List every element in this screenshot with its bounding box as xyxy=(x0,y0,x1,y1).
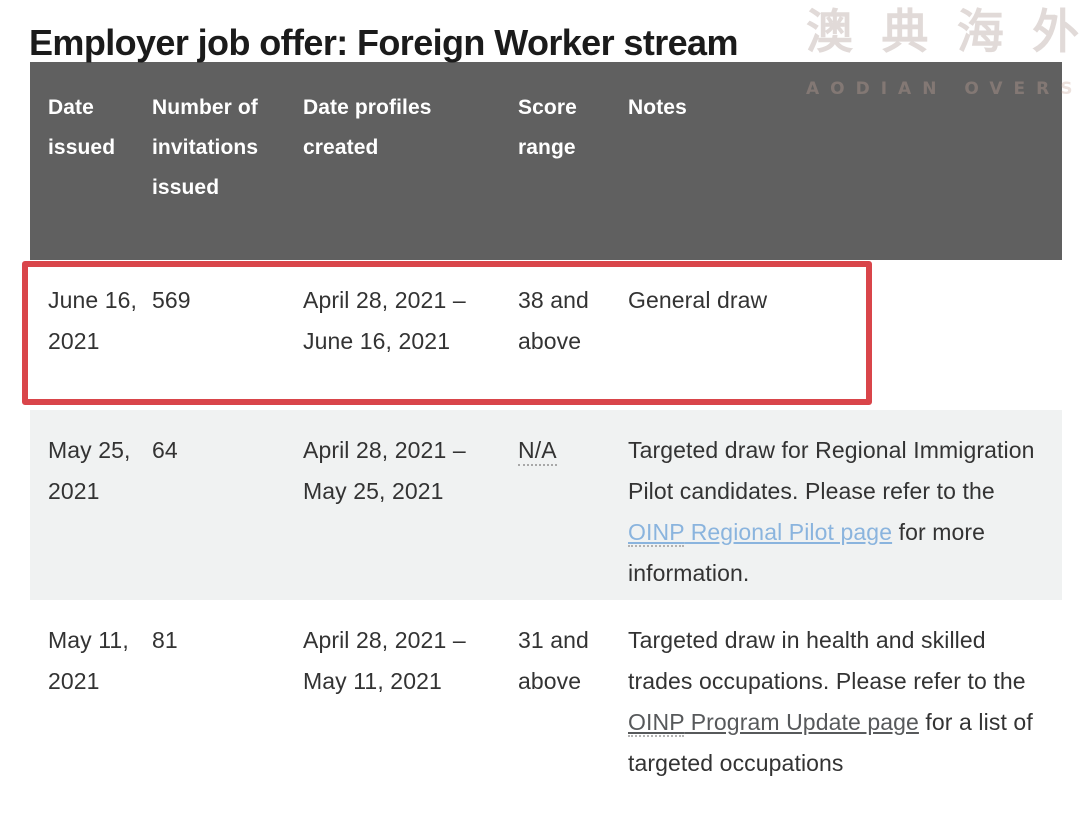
abbreviation-oinp: OINP xyxy=(628,519,685,547)
notes-text-before: Targeted draw in health and skilled trad… xyxy=(628,627,1026,694)
table-row: May 11, 2021 81 April 28, 2021 – May 11,… xyxy=(30,600,1062,826)
cell-notes: Targeted draw in health and skilled trad… xyxy=(628,620,1053,784)
cell-profiles-created: April 28, 2021 – June 16, 2021 xyxy=(303,287,466,354)
cell-notes: Targeted draw for Regional Immigration P… xyxy=(628,430,1053,594)
column-header-notes: Notes xyxy=(628,96,687,119)
cell-score-range: 31 and above xyxy=(518,627,589,694)
column-header-invitations: Number of invitations issued xyxy=(152,96,259,199)
cell-profiles-created: April 28, 2021 – May 11, 2021 xyxy=(303,627,466,694)
cell-score-range: 38 and above xyxy=(518,287,589,354)
cell-invitations: 64 xyxy=(152,437,178,463)
watermark-text: 澳 典 海 外 xyxy=(806,5,1080,60)
cell-profiles-created: April 28, 2021 – May 25, 2021 xyxy=(303,437,466,504)
oinp-regional-pilot-link[interactable]: OINP Regional Pilot page xyxy=(628,519,892,547)
draw-results-table: Date issued Number of invitations issued… xyxy=(30,62,1062,826)
cell-date-issued: May 25, 2021 xyxy=(48,437,131,504)
abbreviation-na: N/A xyxy=(518,437,557,466)
link-rest: Program Update page xyxy=(684,709,919,735)
oinp-program-update-link[interactable]: OINP Program Update page xyxy=(628,709,919,737)
link-rest: Regional Pilot page xyxy=(684,519,893,545)
column-header-date-issued: Date issued xyxy=(48,96,116,159)
cell-notes: General draw xyxy=(628,287,768,313)
table-row: June 16, 2021 569 April 28, 2021 – June … xyxy=(30,260,1062,410)
table-row: May 25, 2021 64 April 28, 2021 – May 25,… xyxy=(30,410,1062,600)
page-title: Employer job offer: Foreign Worker strea… xyxy=(29,22,738,64)
notes-text-before: Targeted draw for Regional Immigration P… xyxy=(628,437,1035,504)
cell-invitations: 81 xyxy=(152,627,178,653)
cell-date-issued: June 16, 2021 xyxy=(48,287,138,354)
column-header-score-range: Score range xyxy=(518,96,577,159)
cell-score-range: N/A xyxy=(518,430,618,471)
abbreviation-oinp: OINP xyxy=(628,709,685,737)
cell-date-issued: May 11, 2021 xyxy=(48,627,129,694)
column-header-profiles-created: Date profiles created xyxy=(303,96,432,159)
cell-invitations: 569 xyxy=(152,287,191,313)
table-header-row: Date issued Number of invitations issued… xyxy=(30,62,1062,260)
